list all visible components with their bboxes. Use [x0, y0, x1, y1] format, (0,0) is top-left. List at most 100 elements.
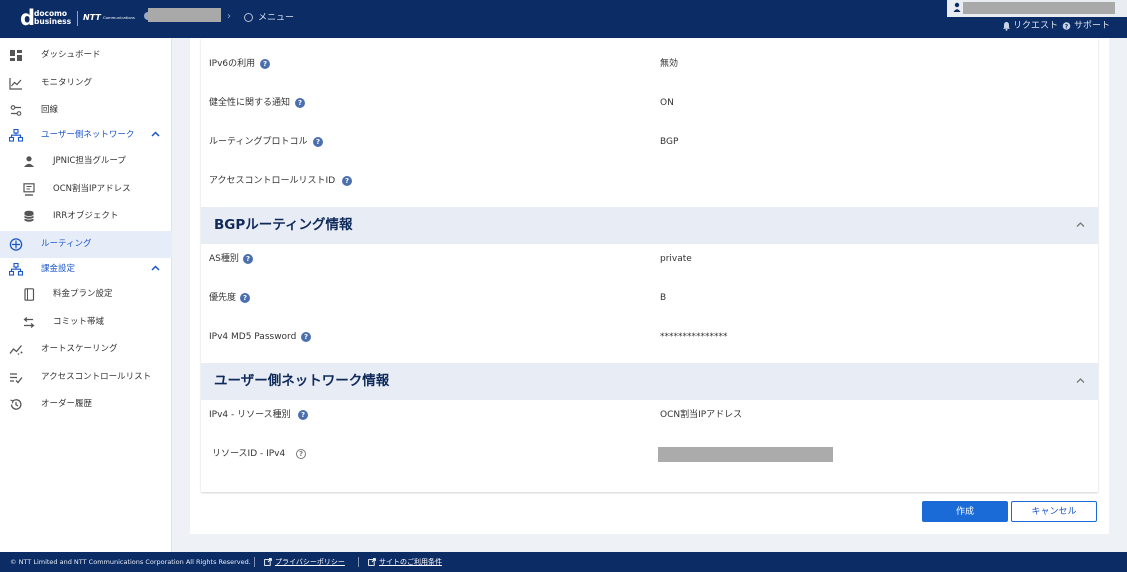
terms-of-use-link[interactable]: サイトのご利用条件	[379, 558, 442, 567]
row-label-resource-type: IPv4 - リソース種別	[209, 410, 291, 420]
sidebar-item-plan-setting[interactable]: 料金プラン設定	[0, 281, 172, 308]
sidebar-item-label: ユーザー側ネットワーク	[41, 130, 135, 140]
external-link-icon	[368, 558, 376, 566]
logo-line2: business	[34, 17, 72, 26]
bandwidth-icon	[23, 317, 35, 328]
sidebar-item-label: 回線	[41, 105, 59, 115]
help-icon[interactable]: ?	[342, 176, 352, 186]
plan-icon	[24, 288, 35, 301]
row-value-health-notice: ON	[660, 98, 674, 108]
help-icon[interactable]: ?	[296, 449, 306, 459]
support-link[interactable]: サポート	[1074, 20, 1110, 32]
breadcrumb-current[interactable]: メニュー	[258, 12, 294, 24]
ntt-communications-logo: NTT Communications	[83, 13, 135, 24]
logo-letter: d	[20, 6, 36, 30]
help-icon[interactable]: ?	[243, 254, 253, 264]
top-header: d docomo business NTT Communications › メ…	[0, 0, 1127, 38]
sidebar-item-label: モニタリング	[41, 78, 93, 88]
row-value-ipv6: 無効	[660, 59, 679, 69]
sidebar-item-monitoring[interactable]: モニタリング	[0, 70, 172, 97]
user-icon	[953, 2, 961, 12]
sidebar-item-dashboard[interactable]: ダッシュボード	[0, 42, 172, 69]
section-title: ユーザー側ネットワーク情報	[214, 373, 390, 389]
help-icon[interactable]: ?	[301, 332, 311, 342]
sidebar-item-label: JPNIC担当グループ	[53, 156, 126, 166]
row-label-routing-protocol: ルーティングプロトコル	[209, 137, 308, 147]
footer-divider	[358, 557, 359, 567]
row-value-as-type: private	[660, 254, 692, 264]
row-value-md5-password: ***************	[660, 332, 728, 342]
row-label-as-type: AS種別	[209, 254, 239, 264]
sidebar-item-label: IRRオブジェクト	[53, 211, 119, 221]
privacy-policy-link[interactable]: プライバシーポリシー	[275, 558, 345, 567]
sidebar-item-label: オートスケーリング	[41, 344, 118, 354]
help-icon[interactable]: ?	[313, 137, 323, 147]
row-label-health-notice: 健全性に関する通知	[209, 98, 291, 108]
user-name-redacted	[963, 2, 1115, 14]
chevron-up-icon[interactable]	[1076, 377, 1085, 384]
logo-divider	[77, 11, 78, 26]
network-icon	[9, 129, 23, 142]
cancel-button[interactable]: キャンセル	[1011, 501, 1097, 522]
row-label-acl-id: アクセスコントロールリストID	[209, 176, 336, 186]
autoscaling-icon	[9, 345, 23, 355]
sidebar-item-commit-bandwidth[interactable]: コミット帯域	[0, 309, 172, 336]
section-title: BGPルーティング情報	[214, 217, 353, 233]
sidebar-item-label: オーダー履歴	[41, 399, 93, 409]
sidebar-item-user-network[interactable]: ユーザー側ネットワーク	[0, 122, 172, 149]
sidebar-item-label: 料金プラン設定	[53, 289, 113, 299]
sidebar-item-jpnic-group[interactable]: JPNIC担当グループ	[0, 148, 172, 175]
sidebar-item-lines[interactable]: 回線	[0, 97, 172, 124]
sidebar-item-acl[interactable]: アクセスコントロールリスト	[0, 364, 172, 391]
row-label-resource-id: リソースID - IPv4	[212, 449, 286, 459]
docomo-business-logo[interactable]: d docomo business	[20, 7, 72, 31]
sidebar-item-label: コミット帯域	[53, 317, 105, 327]
routing-icon	[9, 238, 23, 251]
ntt-logo-text: NTT	[83, 13, 101, 22]
help-icon[interactable]: ?	[240, 293, 250, 303]
lines-icon	[10, 105, 22, 116]
sidebar-item-order-history[interactable]: オーダー履歴	[0, 391, 172, 418]
database-icon	[24, 210, 34, 222]
create-button[interactable]: 作成	[922, 501, 1008, 522]
help-icon[interactable]: ?	[298, 410, 308, 420]
row-label-priority: 優先度	[209, 293, 237, 303]
bgp-section-header[interactable]: BGPルーティング情報	[201, 207, 1098, 244]
sidebar-item-irr-object[interactable]: IRRオブジェクト	[0, 203, 172, 230]
sidebar-item-label: ルーティング	[41, 239, 92, 249]
sidebar-item-billing[interactable]: 課金設定	[0, 256, 172, 283]
user-network-section-header[interactable]: ユーザー側ネットワーク情報	[201, 363, 1098, 400]
detail-card	[201, 38, 1098, 492]
dashboard-icon	[10, 50, 22, 61]
chevron-up-icon[interactable]	[1076, 221, 1085, 228]
row-value-resource-type: OCN割当IPアドレス	[660, 410, 743, 420]
sidebar-item-label: 課金設定	[41, 264, 76, 274]
bell-icon	[1003, 22, 1010, 31]
sidebar-item-ocn-ip[interactable]: OCN割当IPアドレス	[0, 176, 172, 203]
sidebar-item-label: ダッシュボード	[41, 50, 101, 60]
history-icon	[10, 399, 22, 410]
sidebar-item-routing[interactable]: ルーティング	[0, 231, 172, 258]
acl-icon	[10, 373, 23, 384]
chevron-up-icon[interactable]	[151, 264, 160, 272]
row-value-routing-protocol: BGP	[660, 137, 679, 147]
sidebar-item-label: アクセスコントロールリスト	[41, 372, 152, 382]
row-label-ipv6: IPv6の利用	[209, 59, 256, 69]
help-icon[interactable]: ?	[260, 59, 270, 69]
sidebar-item-autoscaling[interactable]: オートスケーリング	[0, 336, 172, 363]
help-icon[interactable]: ?	[295, 98, 305, 108]
sidebar-item-label: OCN割当IPアドレス	[53, 184, 131, 194]
chart-line-icon	[9, 78, 22, 90]
row-value-priority: B	[660, 293, 667, 303]
billing-network-icon	[9, 263, 23, 276]
resource-id-redacted	[658, 447, 833, 462]
breadcrumb-redacted-item[interactable]	[148, 8, 221, 22]
chevron-up-icon[interactable]	[151, 130, 160, 138]
person-icon	[24, 156, 34, 167]
sidebar: ダッシュボード モニタリング 回線 ユーザー側ネットワーク JPNIC担当グルー…	[0, 38, 172, 552]
request-link[interactable]: リクエスト	[1013, 20, 1058, 32]
address-icon	[23, 183, 35, 196]
breadcrumb-menu-icon	[244, 13, 253, 22]
footer: © NTT Limited and NTT Communications Cor…	[0, 552, 1127, 572]
row-label-md5-password: IPv4 MD5 Password	[209, 332, 297, 342]
